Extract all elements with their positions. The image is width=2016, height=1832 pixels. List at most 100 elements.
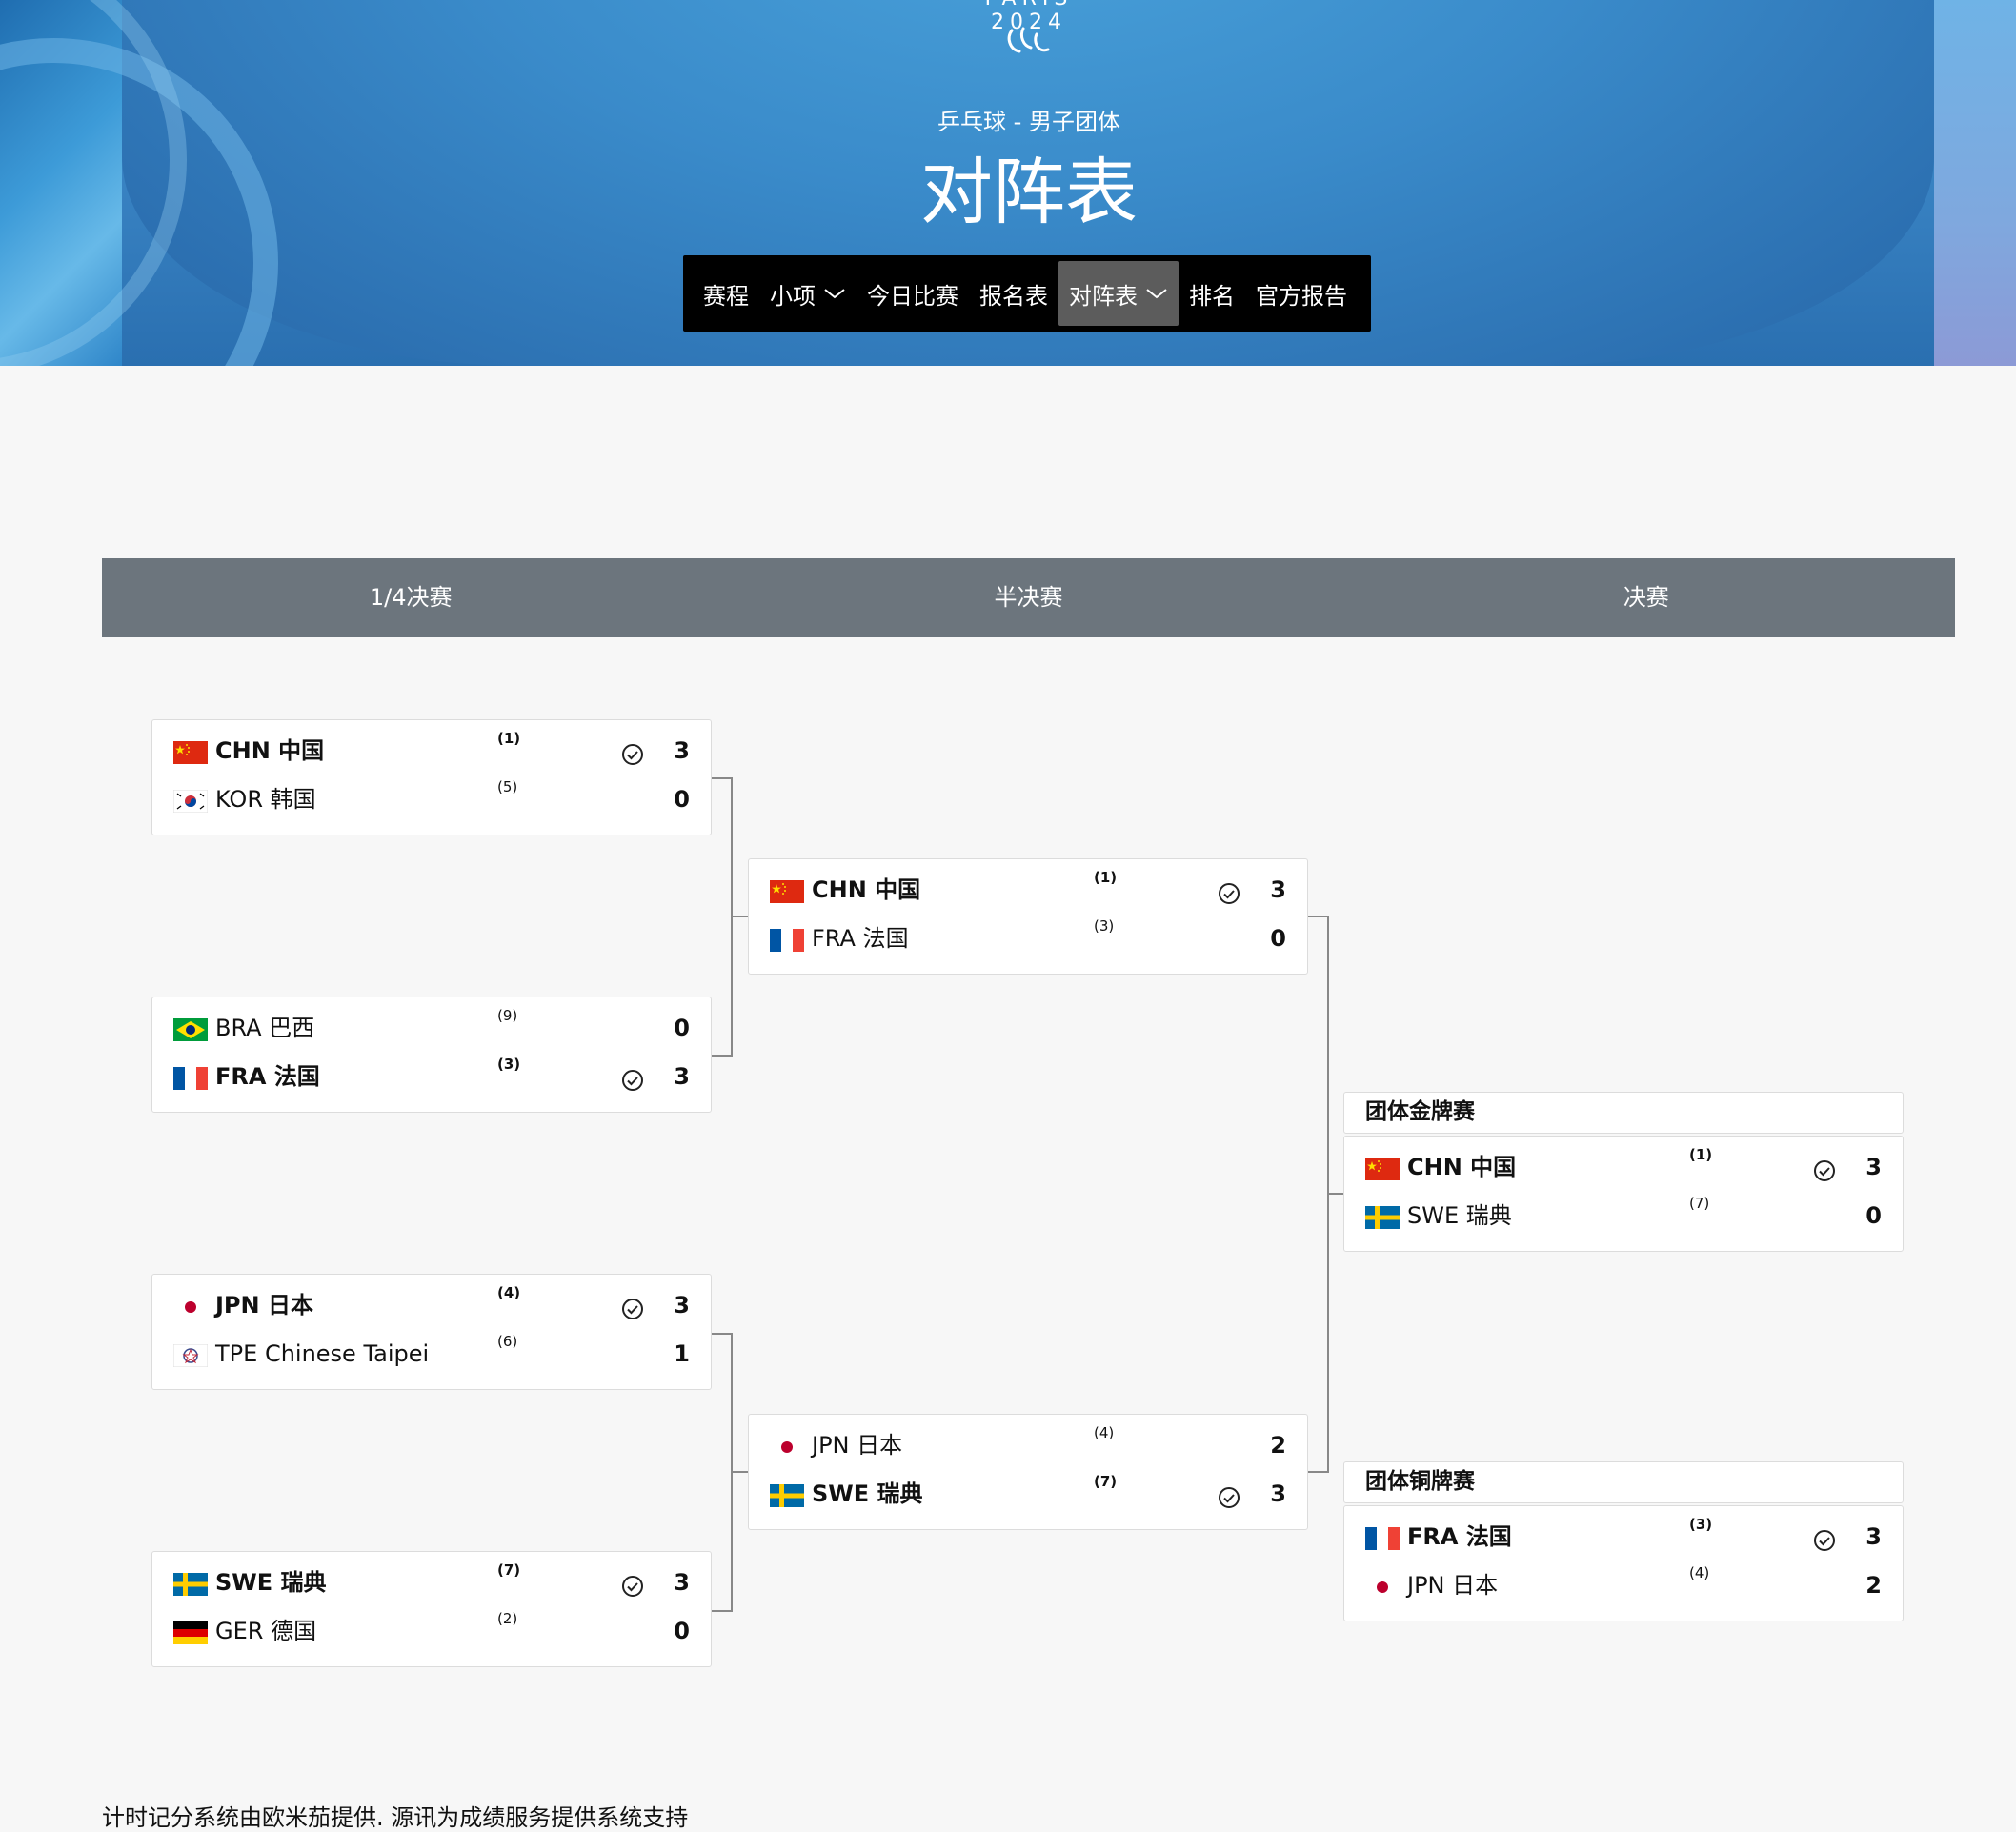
flag-sweden-icon bbox=[173, 1573, 208, 1596]
team-row: SWE 瑞典 (7) 0 bbox=[1344, 1193, 1903, 1240]
flag-japan-icon bbox=[1365, 1576, 1400, 1599]
team-code: TPE bbox=[215, 1340, 258, 1367]
team-score: 3 bbox=[1270, 1480, 1286, 1507]
team-name[interactable]: CHN 中国 bbox=[812, 871, 920, 909]
match-card-qf3[interactable]: JPN 日本 (4) 3 TPE Chinese Taipei (6) 1 bbox=[151, 1274, 712, 1390]
team-country: 瑞典 bbox=[877, 1480, 923, 1507]
team-name[interactable]: SWE 瑞典 bbox=[215, 1563, 327, 1601]
team-name[interactable]: FRA 法国 bbox=[215, 1057, 320, 1096]
team-seed: (1) bbox=[1094, 869, 1118, 886]
team-score: 3 bbox=[1865, 1523, 1882, 1550]
team-code: JPN bbox=[215, 1292, 260, 1319]
team-country: 日本 bbox=[857, 1432, 903, 1459]
team-score: 3 bbox=[674, 1569, 690, 1596]
team-name[interactable]: SWE 瑞典 bbox=[812, 1475, 923, 1513]
team-score: 3 bbox=[674, 1063, 690, 1090]
match-card-qf4[interactable]: SWE 瑞典 (7) 3 GER 德国 (2) 0 bbox=[151, 1551, 712, 1667]
team-row: TPE Chinese Taipei (6) 1 bbox=[152, 1331, 711, 1379]
flag-brazil-icon bbox=[173, 1018, 208, 1041]
team-name[interactable]: JPN 日本 bbox=[812, 1426, 902, 1464]
flag-france-icon bbox=[173, 1067, 208, 1090]
team-code: FRA bbox=[812, 925, 856, 952]
team-seed: (4) bbox=[497, 1284, 521, 1301]
team-row: FRA 法国 (3) 3 bbox=[152, 1054, 711, 1101]
team-score: 0 bbox=[1270, 925, 1286, 952]
team-name[interactable]: FRA 法国 bbox=[812, 919, 909, 957]
team-name[interactable]: FRA 法国 bbox=[1407, 1518, 1512, 1556]
bronze-medal-label: 团体铜牌赛 bbox=[1343, 1461, 1904, 1503]
match-card-qf1[interactable]: CHN 中国 (1) 3 KOR 韩国 (5) 0 bbox=[151, 719, 712, 835]
team-code: CHN bbox=[215, 737, 271, 764]
team-row: FRA 法国 (3) 0 bbox=[749, 916, 1307, 963]
match-card-bronze[interactable]: FRA 法国 (3) 3 JPN 日本 (4) 2 bbox=[1343, 1505, 1904, 1621]
team-seed: (3) bbox=[1689, 1516, 1713, 1533]
team-row: JPN 日本 (4) 2 bbox=[1344, 1562, 1903, 1610]
team-row: CHN 中国 (1) 3 bbox=[749, 867, 1307, 915]
team-country: 日本 bbox=[1452, 1572, 1499, 1599]
team-code: JPN bbox=[812, 1432, 850, 1459]
team-code: SWE bbox=[812, 1480, 870, 1507]
team-score: 0 bbox=[1865, 1202, 1882, 1229]
flag-china-icon bbox=[173, 741, 208, 764]
match-card-sf2[interactable]: JPN 日本 (4) 2 SWE 瑞典 (7) 3 bbox=[748, 1414, 1308, 1530]
team-seed: (5) bbox=[497, 778, 518, 795]
team-row: SWE 瑞典 (7) 3 bbox=[749, 1471, 1307, 1519]
match-card-qf2[interactable]: BRA 巴西 (9) 0 FRA 法国 (3) 3 bbox=[151, 997, 712, 1113]
team-code: CHN bbox=[1407, 1154, 1462, 1180]
team-name[interactable]: BRA 巴西 bbox=[215, 1009, 314, 1047]
team-name[interactable]: CHN 中国 bbox=[1407, 1148, 1516, 1186]
team-row: KOR 韩国 (5) 0 bbox=[152, 776, 711, 824]
team-country: Chinese Taipei bbox=[264, 1340, 430, 1367]
team-code: SWE bbox=[1407, 1202, 1460, 1229]
flag-japan-icon bbox=[173, 1296, 208, 1319]
match-card-gold[interactable]: CHN 中国 (1) 3 SWE 瑞典 (7) 0 bbox=[1343, 1136, 1904, 1252]
team-name[interactable]: SWE 瑞典 bbox=[1407, 1197, 1512, 1235]
team-seed: (4) bbox=[1094, 1424, 1115, 1441]
team-row: FRA 法国 (3) 3 bbox=[1344, 1514, 1903, 1561]
team-seed: (7) bbox=[497, 1561, 521, 1579]
team-seed: (7) bbox=[1689, 1195, 1710, 1212]
team-country: 中国 bbox=[1470, 1154, 1517, 1180]
flag-china-icon bbox=[1365, 1158, 1400, 1180]
check-circle-icon bbox=[622, 1576, 643, 1597]
team-seed: (6) bbox=[497, 1333, 518, 1350]
team-seed: (7) bbox=[1094, 1473, 1118, 1490]
team-code: CHN bbox=[812, 876, 867, 903]
check-circle-icon bbox=[622, 1070, 643, 1091]
team-score: 0 bbox=[674, 1015, 690, 1041]
flag-china-icon bbox=[770, 880, 804, 903]
team-country: 法国 bbox=[273, 1063, 320, 1090]
team-code: KOR bbox=[215, 786, 263, 813]
check-circle-icon bbox=[1814, 1160, 1835, 1181]
team-row: CHN 中国 (1) 3 bbox=[152, 728, 711, 775]
team-score: 0 bbox=[674, 786, 690, 813]
team-score: 3 bbox=[674, 737, 690, 764]
flag-france-icon bbox=[770, 929, 804, 952]
team-score: 0 bbox=[674, 1618, 690, 1644]
team-name[interactable]: JPN 日本 bbox=[1407, 1566, 1498, 1604]
team-name[interactable]: TPE Chinese Taipei bbox=[215, 1335, 429, 1373]
check-circle-icon bbox=[622, 1299, 643, 1319]
team-score: 3 bbox=[674, 1292, 690, 1319]
team-score: 2 bbox=[1865, 1572, 1882, 1599]
team-score: 1 bbox=[674, 1340, 690, 1367]
team-name[interactable]: JPN 日本 bbox=[215, 1286, 313, 1324]
check-circle-icon bbox=[1814, 1530, 1835, 1551]
team-code: SWE bbox=[215, 1569, 273, 1596]
team-name[interactable]: KOR 韩国 bbox=[215, 780, 316, 818]
team-seed: (1) bbox=[497, 730, 521, 747]
team-country: 韩国 bbox=[270, 786, 316, 813]
team-row: BRA 巴西 (9) 0 bbox=[152, 1005, 711, 1053]
team-seed: (2) bbox=[497, 1610, 518, 1627]
team-country: 日本 bbox=[267, 1292, 313, 1319]
flag-japan-icon bbox=[770, 1436, 804, 1459]
team-seed: (9) bbox=[497, 1007, 518, 1024]
team-seed: (4) bbox=[1689, 1564, 1710, 1581]
match-card-sf1[interactable]: CHN 中国 (1) 3 FRA 法国 (3) 0 bbox=[748, 858, 1308, 975]
team-code: BRA bbox=[215, 1015, 262, 1041]
flag-france-icon bbox=[1365, 1527, 1400, 1550]
team-row: SWE 瑞典 (7) 3 bbox=[152, 1560, 711, 1607]
team-name[interactable]: GER 德国 bbox=[215, 1612, 316, 1650]
team-name[interactable]: CHN 中国 bbox=[215, 732, 324, 770]
team-seed: (1) bbox=[1689, 1146, 1713, 1163]
